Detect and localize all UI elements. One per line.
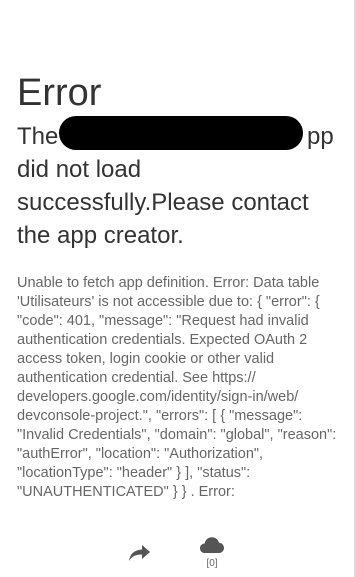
bottom-toolbar: [0] (0, 535, 354, 577)
error-panel: Error The pp did not load successfully.P… (17, 70, 339, 502)
redaction-block (59, 116, 303, 150)
share-arrow-icon (129, 545, 150, 561)
error-details: Unable to fetch app definition. Error: D… (17, 275, 337, 500)
error-message-suffix: pp (307, 123, 334, 150)
error-title: Error (17, 72, 102, 114)
share-button[interactable] (128, 543, 152, 563)
error-message-rest: did not load successfully.Please contact… (17, 156, 309, 249)
error-message-prefix: The (17, 123, 59, 150)
error-message: The pp did not load successfully.Please … (17, 116, 339, 252)
cloud-icon (200, 537, 224, 553)
sync-button[interactable]: [0] (198, 535, 226, 571)
sync-count: [0] (206, 558, 218, 569)
